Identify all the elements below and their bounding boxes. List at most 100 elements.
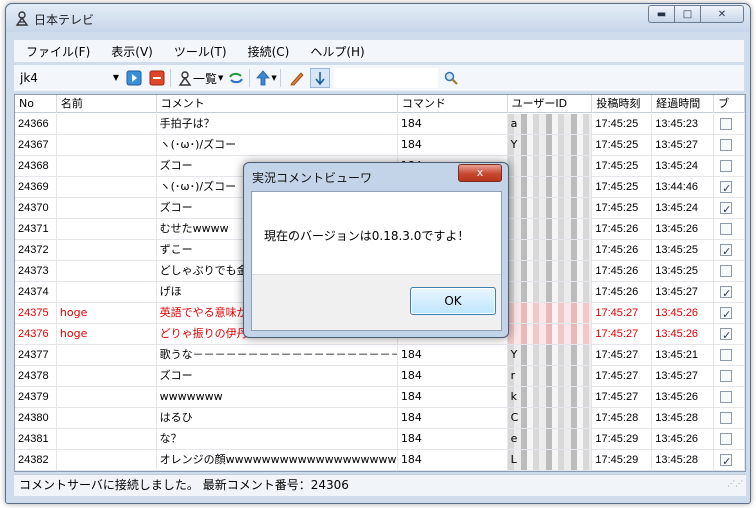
version-dialog: 実況コメントビューワ x 現在のバージョンは0.18.3.0ですよ！ OK [243, 162, 509, 338]
column-header-comment[interactable]: コメント [157, 95, 398, 113]
table-row[interactable]: 24366 手拍子は？ 184 a 17:45:25 13:45:23 [15, 114, 745, 135]
block-checkbox[interactable] [720, 284, 733, 302]
column-header-posted[interactable]: 投稿時刻 [592, 95, 653, 113]
block-checkbox[interactable] [720, 391, 733, 403]
row-block-cell [714, 156, 745, 176]
row-no: 24367 [15, 135, 57, 155]
menu-connect[interactable]: 接続(C) [236, 43, 299, 60]
toolbar-separator [170, 69, 171, 87]
row-posted: 17:45:26 [592, 219, 653, 239]
row-elapsed: 13:45:24 [652, 198, 715, 218]
toolbar-separator [249, 69, 251, 87]
block-checkbox[interactable] [720, 265, 733, 277]
block-checkbox[interactable] [720, 179, 733, 197]
block-checkbox[interactable] [720, 452, 733, 470]
row-name [57, 219, 157, 239]
row-no: 24380 [15, 408, 57, 428]
block-checkbox[interactable] [720, 118, 733, 130]
row-name [57, 156, 157, 176]
row-user-id: a [507, 114, 593, 134]
row-block-cell [714, 135, 745, 155]
stop-button[interactable] [147, 68, 167, 88]
menu-help[interactable]: ヘルプ(H) [298, 43, 373, 60]
block-checkbox[interactable] [720, 242, 733, 260]
row-no: 24381 [15, 429, 57, 449]
row-name [57, 366, 157, 386]
row-elapsed: 13:45:26 [652, 429, 715, 449]
dialog-footer: OK [252, 274, 501, 330]
block-checkbox[interactable] [720, 223, 733, 235]
play-icon [126, 70, 142, 86]
refresh-button[interactable] [226, 68, 246, 88]
pen-button[interactable] [287, 68, 307, 88]
row-no: 24379 [15, 387, 57, 407]
row-user-id [507, 219, 593, 239]
column-header-no[interactable]: No [15, 95, 57, 113]
block-checkbox[interactable] [720, 433, 733, 445]
grid-header: No 名前 コメント コマンド ユーザーID 投稿時刻 経過時間 ブ [15, 95, 745, 113]
dialog-close-button[interactable]: x [458, 164, 502, 182]
row-posted: 17:45:29 [592, 450, 653, 470]
minimize-button[interactable]: ▬ [648, 5, 674, 23]
row-block-cell [714, 219, 745, 239]
scroll-up-button[interactable]: ▼ [256, 68, 277, 88]
column-header-command[interactable]: コマンド [398, 95, 508, 113]
table-row[interactable]: 24378 ズコー 184 r 17:45:27 13:45:27 [15, 366, 745, 387]
table-row[interactable]: 24367 ヽ(･ω･)/ズコー 184 Y 17:45:25 13:45:27 [15, 135, 745, 156]
block-checkbox[interactable] [720, 326, 733, 344]
table-row[interactable]: 24381 な？ 184 e 17:45:29 13:45:26 [15, 429, 745, 450]
channel-select[interactable]: jk4 ▼ [16, 67, 121, 89]
block-checkbox[interactable] [720, 370, 733, 382]
row-name [57, 345, 157, 365]
block-checkbox[interactable] [720, 200, 733, 218]
ok-button[interactable]: OK [410, 287, 496, 315]
row-comment: オレンジの顔wwwwwwwwwwwwwwwwwwww [157, 450, 398, 470]
row-posted: 17:45:29 [592, 429, 653, 449]
menu-view[interactable]: 表示(V) [99, 43, 162, 60]
arrow-up-icon [256, 70, 271, 86]
row-elapsed: 13:45:27 [652, 366, 715, 386]
title-bar[interactable]: 日本テレビ ▬ □ ✕ [6, 4, 750, 32]
status-bar: コメントサーバに接続しました。 最新コメント番号：24306 ⋰⋰ [14, 474, 746, 496]
auto-scroll-toggle[interactable] [309, 68, 330, 88]
search-button[interactable] [441, 68, 461, 88]
maximize-icon: □ [682, 8, 693, 20]
block-checkbox[interactable] [720, 305, 733, 323]
resize-grip-icon[interactable]: ⋰⋰ [727, 473, 743, 494]
play-button[interactable] [124, 68, 144, 88]
block-checkbox[interactable] [720, 160, 733, 172]
row-command: 184 [398, 450, 508, 470]
row-user-id [507, 240, 593, 260]
table-row[interactable]: 24382 オレンジの顔wwwwwwwwwwwwwwwwwwww 184 L 17:45… [15, 450, 745, 471]
row-no: 24376 [15, 324, 57, 344]
row-user-id: r [507, 366, 593, 386]
column-header-name[interactable]: 名前 [57, 95, 157, 113]
satellite-dish-icon [15, 11, 29, 26]
block-checkbox[interactable] [720, 412, 733, 424]
minimize-icon: ▬ [656, 8, 667, 20]
block-checkbox[interactable] [720, 349, 733, 361]
arrow-down-icon [315, 72, 325, 86]
column-header-block[interactable]: ブ [714, 95, 745, 113]
row-comment: ズコー [157, 366, 398, 386]
row-no: 24382 [15, 450, 57, 470]
block-checkbox[interactable] [720, 139, 733, 151]
search-input[interactable] [333, 68, 438, 88]
row-block-cell [714, 366, 745, 386]
menu-file[interactable]: ファイル(F) [14, 43, 99, 60]
close-button[interactable]: ✕ [700, 5, 744, 23]
table-row[interactable]: 24377 歌うな－－－－－－－－－－－－－－－－－－－－－－－－－184Y17:… [15, 345, 745, 366]
column-header-user-id[interactable]: ユーザーID [508, 95, 593, 113]
row-block-cell [714, 240, 745, 260]
column-header-elapsed[interactable]: 経過時間 [652, 95, 715, 113]
table-row[interactable]: 24379 wwwwwww 184 k 17:45:27 13:45:26 [15, 387, 745, 408]
row-user-id: C [507, 408, 593, 428]
row-elapsed: 13:45:28 [652, 408, 715, 428]
list-button[interactable]: 一覧 ▼ [177, 68, 223, 88]
row-block-cell [714, 261, 745, 281]
row-command: 184 [398, 408, 508, 428]
table-row[interactable]: 24380 はるひ 184 C 17:45:28 13:45:28 [15, 408, 745, 429]
menu-tools[interactable]: ツール(T) [162, 43, 236, 60]
maximize-button[interactable]: □ [674, 5, 700, 23]
dialog-title: 実況コメントビューワ [252, 171, 373, 185]
